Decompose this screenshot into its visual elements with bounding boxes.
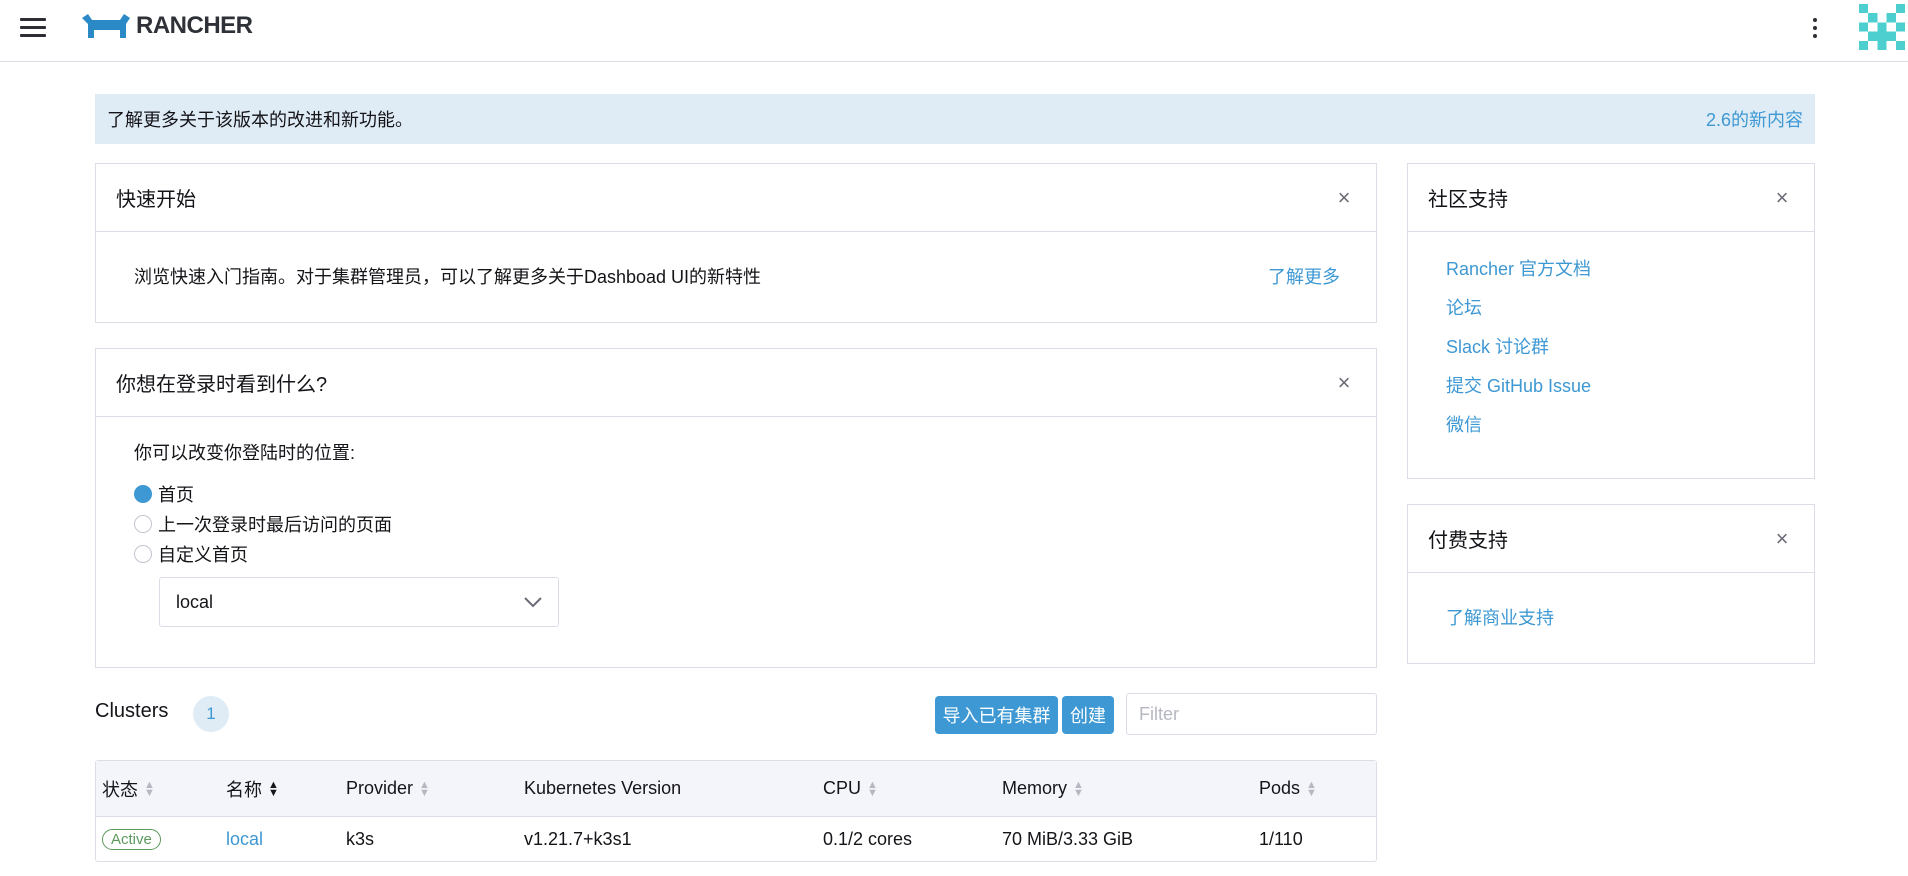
login-preference-panel: 你想在登录时看到什么? × 你可以改变你登陆时的位置: 首页 上一次登录时最后访… bbox=[95, 348, 1377, 668]
sort-icon: ▲ ▼ bbox=[268, 778, 279, 799]
radio-button[interactable] bbox=[134, 545, 152, 563]
rancher-cow-icon bbox=[82, 14, 130, 38]
radio-label: 自定义首页 bbox=[158, 545, 248, 565]
radio-label: 首页 bbox=[158, 485, 194, 505]
sort-icon: ▲ ▼ bbox=[1306, 778, 1317, 799]
custom-home-select[interactable]: local bbox=[159, 577, 559, 627]
cluster-name-link[interactable]: local bbox=[226, 829, 263, 850]
cell-provider: k3s bbox=[346, 828, 375, 849]
quick-start-text: 浏览快速入门指南。对于集群管理员，可以了解更多关于Dashboad UI的新特性 bbox=[134, 267, 762, 287]
close-icon[interactable]: × bbox=[1332, 185, 1356, 210]
column-header-name[interactable]: 名称 ▲ ▼ bbox=[226, 761, 279, 816]
table-row: Active local k3s v1.21.7+k3s1 0.1/2 core… bbox=[96, 817, 1376, 861]
column-label: 名称 bbox=[226, 779, 262, 800]
column-label: Provider bbox=[346, 778, 414, 798]
chevron-down-icon bbox=[524, 597, 542, 608]
column-header-cpu[interactable]: CPU ▲ ▼ bbox=[823, 761, 878, 816]
login-preference-title: 你想在登录时看到什么? bbox=[116, 374, 328, 396]
close-icon[interactable]: × bbox=[1770, 526, 1794, 551]
learn-more-link[interactable]: 了解更多 bbox=[1268, 263, 1340, 289]
clusters-table: 状态 ▲ ▼ 名称 ▲ ▼ Provider ▲ ▼ Kubernetes Version … bbox=[95, 760, 1377, 862]
top-header: RANCHER bbox=[0, 0, 1908, 62]
quick-start-title: 快速开始 bbox=[116, 189, 196, 211]
column-header-pods[interactable]: Pods ▲ ▼ bbox=[1259, 761, 1317, 816]
release-banner: 了解更多关于该版本的改进和新功能。 2.6的新内容 bbox=[95, 94, 1815, 144]
whats-new-link[interactable]: 2.6的新内容 bbox=[1706, 106, 1803, 132]
sort-icon: ▲ ▼ bbox=[419, 778, 430, 799]
status-badge: Active bbox=[102, 828, 161, 850]
column-header-state[interactable]: 状态 ▲ ▼ bbox=[102, 761, 155, 816]
import-cluster-button[interactable]: 导入已有集群 bbox=[935, 696, 1058, 734]
table-header: 状态 ▲ ▼ 名称 ▲ ▼ Provider ▲ ▼ Kubernetes Version … bbox=[96, 761, 1376, 817]
radio-option-last-visited[interactable]: 上一次登录时最后访问的页面 bbox=[134, 509, 1338, 539]
column-label: CPU bbox=[823, 778, 862, 798]
cell-version: v1.21.7+k3s1 bbox=[524, 828, 632, 849]
wechat-link[interactable]: 微信 bbox=[1446, 406, 1776, 445]
sort-icon: ▲ ▼ bbox=[867, 778, 878, 799]
banner-text: 了解更多关于该版本的改进和新功能。 bbox=[107, 110, 413, 130]
radio-button[interactable] bbox=[134, 485, 152, 503]
user-avatar[interactable] bbox=[1859, 4, 1905, 50]
community-support-panel: 社区支持 × Rancher 官方文档 论坛 Slack 讨论群 提交 GitH… bbox=[1407, 163, 1815, 479]
login-preference-label: 你可以改变你登陆时的位置: bbox=[134, 443, 355, 463]
radio-button[interactable] bbox=[134, 515, 152, 533]
column-label: Memory bbox=[1002, 778, 1068, 798]
community-support-title: 社区支持 bbox=[1428, 189, 1508, 211]
column-header-provider[interactable]: Provider ▲ ▼ bbox=[346, 761, 430, 816]
cluster-count-badge: 1 bbox=[193, 696, 229, 732]
clusters-title: Clusters bbox=[95, 700, 169, 722]
cell-cpu: 0.1/2 cores bbox=[823, 828, 913, 849]
rancher-logo[interactable]: RANCHER bbox=[80, 12, 253, 40]
column-header-version: Kubernetes Version bbox=[524, 761, 681, 816]
slack-link[interactable]: Slack 讨论群 bbox=[1446, 328, 1776, 367]
more-options-icon[interactable] bbox=[1808, 14, 1822, 42]
close-icon[interactable]: × bbox=[1770, 185, 1794, 210]
radio-option-custom[interactable]: 自定义首页 bbox=[134, 539, 1338, 569]
quick-start-panel: 快速开始 × 浏览快速入门指南。对于集群管理员，可以了解更多关于Dashboad… bbox=[95, 163, 1377, 323]
logo-text: RANCHER bbox=[136, 12, 253, 39]
radio-label: 上一次登录时最后访问的页面 bbox=[158, 515, 392, 535]
sort-icon: ▲ ▼ bbox=[1073, 778, 1084, 799]
create-cluster-button[interactable]: 创建 bbox=[1062, 696, 1114, 734]
cell-memory: 70 MiB/3.33 GiB bbox=[1002, 828, 1134, 849]
commercial-support-link[interactable]: 了解商业支持 bbox=[1446, 604, 1554, 630]
paid-support-panel: 付费支持 × 了解商业支持 bbox=[1407, 504, 1815, 664]
radio-option-home[interactable]: 首页 bbox=[134, 479, 1338, 509]
column-label: 状态 bbox=[102, 779, 138, 800]
hamburger-menu-icon[interactable] bbox=[20, 18, 46, 38]
column-label: Kubernetes Version bbox=[524, 778, 682, 798]
sort-icon: ▲ ▼ bbox=[144, 778, 155, 799]
forum-link[interactable]: 论坛 bbox=[1446, 289, 1776, 328]
select-value: local bbox=[176, 591, 214, 612]
column-header-memory[interactable]: Memory ▲ ▼ bbox=[1002, 761, 1084, 816]
cell-pods: 1/110 bbox=[1259, 828, 1303, 849]
filter-input[interactable] bbox=[1126, 693, 1377, 735]
close-icon[interactable]: × bbox=[1332, 370, 1356, 395]
docs-link[interactable]: Rancher 官方文档 bbox=[1446, 250, 1776, 289]
github-issue-link[interactable]: 提交 GitHub Issue bbox=[1446, 367, 1776, 406]
paid-support-title: 付费支持 bbox=[1428, 530, 1508, 552]
column-label: Pods bbox=[1259, 778, 1301, 798]
